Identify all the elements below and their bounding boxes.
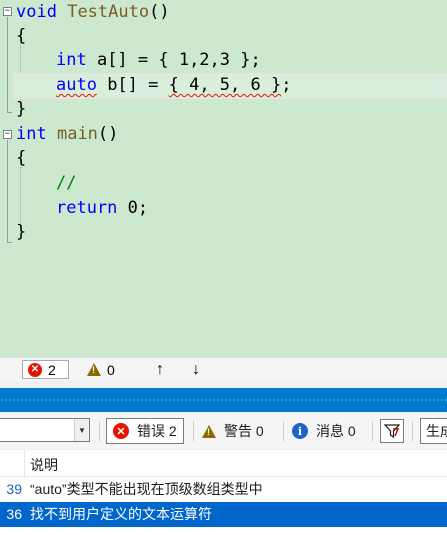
drag-grip[interactable] bbox=[0, 398, 447, 402]
open-brace: { bbox=[16, 26, 27, 46]
error-description: 找不到用户定义的文本运算符 bbox=[30, 506, 212, 522]
collapse-main-icon[interactable]: − bbox=[3, 130, 12, 139]
arrow-down-icon: ↓ bbox=[192, 360, 200, 378]
toolbar-divider bbox=[283, 421, 284, 441]
fold-end-testauto bbox=[7, 112, 12, 113]
function-name: TestAuto bbox=[67, 2, 150, 22]
arrow-up-icon: ↑ bbox=[156, 360, 164, 378]
warnings-filter-button[interactable]: ! 警告 0 bbox=[196, 418, 270, 444]
code-line-7[interactable]: { bbox=[16, 146, 26, 170]
filter-icon bbox=[384, 424, 400, 439]
warning-count-indicator[interactable]: ! 0 bbox=[87, 360, 115, 379]
error-code: 39 bbox=[6, 481, 22, 497]
build-source-value: 生成 bbox=[426, 423, 447, 439]
fold-guide-testauto bbox=[7, 17, 8, 112]
code-text: a[] = { 1,2,3 }; bbox=[86, 50, 261, 70]
editor-status-strip: ✕ 2 ! 0 ↑ ↓ bbox=[0, 357, 447, 381]
code-line-2[interactable]: { bbox=[16, 24, 26, 48]
function-name: main bbox=[56, 124, 98, 144]
error-list-title-bar[interactable] bbox=[0, 388, 447, 412]
toolbar-divider bbox=[193, 421, 194, 441]
error-icon: ✕ bbox=[28, 362, 42, 377]
collapse-glyph: − bbox=[4, 6, 11, 16]
warning-icon: ! bbox=[87, 363, 101, 376]
toolbar-divider bbox=[412, 421, 413, 441]
messages-filter-button[interactable]: i 消息 0 bbox=[286, 418, 362, 444]
messages-filter-label: 消息 0 bbox=[316, 423, 356, 439]
error-description: “auto”类型不能出现在顶级数组类型中 bbox=[30, 481, 263, 497]
collapse-glyph: − bbox=[4, 129, 11, 139]
keyword-int: int bbox=[16, 124, 47, 144]
code-line-3[interactable]: int a[] = { 1,2,3 }; bbox=[56, 48, 261, 72]
build-source-dropdown[interactable]: 生成 bbox=[420, 418, 447, 444]
close-brace: } bbox=[16, 99, 27, 119]
error-list-table: 说明 39 “auto”类型不能出现在顶级数组类型中 36 找不到用户定义的文本… bbox=[0, 450, 447, 535]
toolbar-divider bbox=[99, 421, 100, 441]
close-brace: } bbox=[16, 222, 27, 242]
error-code: 36 bbox=[6, 506, 22, 522]
error-count: 2 bbox=[48, 361, 56, 378]
fold-guide-main bbox=[7, 140, 8, 242]
code-line-1[interactable]: void TestAuto() bbox=[16, 0, 170, 24]
code-text: () bbox=[97, 124, 119, 144]
toolbar-divider bbox=[372, 421, 373, 441]
column-splitter[interactable] bbox=[24, 450, 25, 476]
open-brace: { bbox=[16, 148, 27, 168]
info-icon: i bbox=[292, 423, 308, 439]
code-text: b[] = bbox=[96, 75, 169, 95]
error-row-selected[interactable]: 36 找不到用户定义的文本运算符 bbox=[0, 502, 447, 527]
code-text: () bbox=[149, 2, 170, 22]
code-editor[interactable]: − − void TestAuto() { int a[] = { 1,2,3 … bbox=[0, 0, 447, 357]
previous-issue-button[interactable]: ↑ bbox=[156, 360, 164, 379]
next-issue-button[interactable]: ↓ bbox=[192, 360, 200, 379]
table-header: 说明 bbox=[0, 450, 447, 477]
warnings-filter-label: 警告 0 bbox=[224, 423, 264, 439]
code-line-5[interactable]: } bbox=[16, 97, 26, 121]
code-line-9[interactable]: return 0; bbox=[56, 196, 148, 220]
error-row[interactable]: 39 “auto”类型不能出现在顶级数组类型中 bbox=[0, 477, 447, 502]
code-line-10[interactable]: } bbox=[16, 220, 26, 244]
fold-end-main bbox=[7, 242, 12, 243]
code-line-6[interactable]: int main() bbox=[16, 122, 118, 146]
filter-toggle-button[interactable] bbox=[380, 419, 404, 443]
column-header-description[interactable]: 说明 bbox=[30, 455, 58, 475]
keyword-return: return bbox=[56, 198, 118, 218]
warning-count: 0 bbox=[107, 361, 115, 378]
code-line-4[interactable]: auto b[] = { 4, 5, 6 }; bbox=[56, 73, 291, 97]
error-count-indicator[interactable]: ✕ 2 bbox=[22, 360, 69, 379]
collapse-testauto-icon[interactable]: − bbox=[3, 7, 12, 16]
keyword-int: int bbox=[56, 50, 87, 70]
chevron-down-icon[interactable]: ▼ bbox=[74, 419, 89, 441]
errors-filter-label: 错误 2 bbox=[137, 423, 177, 439]
code-text: 0; bbox=[117, 198, 149, 218]
errors-filter-button[interactable]: ✕ 错误 2 bbox=[106, 418, 184, 444]
error-icon: ✕ bbox=[113, 423, 129, 439]
keyword-void: void bbox=[16, 2, 57, 22]
code-line-8[interactable]: // bbox=[56, 171, 76, 195]
scope-dropdown[interactable]: ▼ bbox=[0, 418, 90, 442]
comment: // bbox=[56, 173, 77, 193]
initializer-error: { 4, 5, 6 } bbox=[168, 75, 282, 95]
keyword-auto-error: auto bbox=[56, 75, 97, 95]
error-list-toolbar: ▼ ✕ 错误 2 ! 警告 0 i 消息 0 生成 bbox=[0, 413, 447, 449]
warning-icon: ! bbox=[202, 424, 216, 438]
code-text: ; bbox=[281, 75, 292, 95]
